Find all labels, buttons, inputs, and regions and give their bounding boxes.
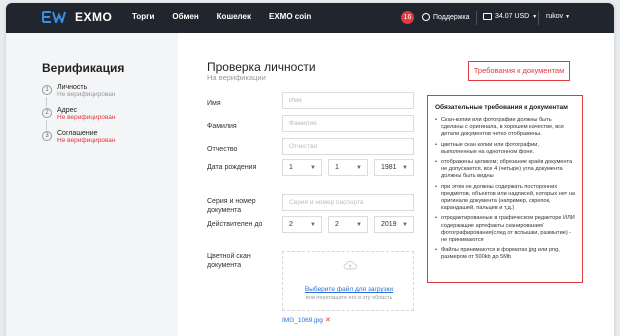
chevron-down-icon: ▼ bbox=[402, 165, 408, 171]
step-address[interactable]: 2 Адрес Не верифицирован bbox=[42, 107, 116, 121]
nav-item-trading[interactable]: Торги bbox=[132, 12, 154, 21]
topbar-divider bbox=[538, 11, 539, 25]
uploaded-file-name[interactable]: IMG_1069.jpg bbox=[282, 317, 323, 324]
chevron-down-icon: ▼ bbox=[402, 222, 408, 228]
step-number: 3 bbox=[42, 131, 52, 141]
page-title: Проверка личности bbox=[207, 60, 316, 74]
passport-input[interactable]: Серия и номер паспорта bbox=[282, 194, 414, 211]
file-dropzone[interactable]: Выберите файл для загрузки или перетащит… bbox=[282, 251, 414, 311]
chevron-down-icon: ▼ bbox=[532, 13, 538, 20]
document-requirements-button[interactable]: Требования к документам bbox=[468, 61, 570, 81]
user-menu[interactable]: rukov ▼ bbox=[546, 13, 570, 20]
requirements-panel: Обязательные требования к документам Ска… bbox=[427, 95, 583, 283]
step-connector bbox=[46, 97, 47, 107]
top-navigation-bar: EXMO Торги Обмен Кошелек EXMO coin 16 По… bbox=[6, 3, 614, 33]
chevron-down-icon: ▼ bbox=[310, 165, 316, 171]
requirements-title: Обязательные требования к документам bbox=[435, 104, 568, 111]
step-name: Соглашение bbox=[57, 130, 98, 137]
step-number: 2 bbox=[42, 108, 52, 118]
birth-year-value: 1981 bbox=[381, 164, 397, 171]
nav-item-exmo-coin[interactable]: EXMO coin bbox=[269, 12, 311, 21]
chevron-down-icon: ▼ bbox=[356, 165, 362, 171]
logo[interactable]: EXMO bbox=[42, 10, 112, 24]
birth-day-value: 1 bbox=[289, 164, 293, 171]
browser-frame: EXMO Торги Обмен Кошелек EXMO coin 16 По… bbox=[6, 3, 614, 336]
support-icon bbox=[422, 13, 430, 21]
passport-label: Серия и номер документа bbox=[207, 198, 256, 214]
last-name-label: Фамилия bbox=[207, 123, 237, 130]
support-link[interactable]: Поддержка bbox=[422, 13, 470, 21]
birth-day-select[interactable]: 1 ▼ bbox=[282, 159, 322, 176]
logo-text: EXMO bbox=[75, 10, 113, 24]
balance-display[interactable]: 34.07 USD ▼ bbox=[483, 13, 537, 20]
birth-year-select[interactable]: 1981 ▼ bbox=[374, 159, 414, 176]
valid-day-select[interactable]: 2 ▼ bbox=[282, 216, 322, 233]
step-status: Не верифицирован bbox=[57, 114, 116, 121]
choose-file-link[interactable]: Выберите файл для загрузки bbox=[283, 286, 415, 293]
middle-name-label: Отчество bbox=[207, 146, 238, 153]
exmo-logo-icon bbox=[42, 11, 66, 23]
list-item: цветные скан копии или фотографии, выпол… bbox=[435, 142, 575, 156]
step-status: Не верифицирован bbox=[57, 137, 116, 144]
list-item: при этом не должны содержать посторонних… bbox=[435, 184, 575, 213]
scan-label: Цветной скан документа bbox=[207, 253, 251, 269]
sidebar-title: Верификация bbox=[42, 61, 125, 75]
requirements-list: Скан-копии или фотографии должны быть сд… bbox=[435, 117, 575, 262]
valid-until-label: Действителен до bbox=[207, 221, 263, 228]
valid-month-select[interactable]: 2 ▼ bbox=[328, 216, 368, 233]
wallet-icon bbox=[483, 13, 492, 20]
balance-value: 34.07 USD bbox=[495, 13, 530, 20]
chevron-down-icon: ▼ bbox=[356, 222, 362, 228]
step-connector bbox=[46, 120, 47, 130]
verification-status: На верификации bbox=[207, 73, 266, 82]
chevron-down-icon: ▼ bbox=[565, 14, 571, 20]
list-item: отображены целиком; обрезание краёв доку… bbox=[435, 159, 575, 181]
valid-year-value: 2019 bbox=[381, 221, 397, 228]
chevron-down-icon: ▼ bbox=[310, 222, 316, 228]
last-name-input[interactable]: Фамилия bbox=[282, 115, 414, 132]
step-number: 1 bbox=[42, 85, 52, 95]
step-status: Не верифицирован bbox=[57, 91, 116, 98]
step-identity[interactable]: 1 Личность Не верифицирован bbox=[42, 84, 116, 98]
list-item: отредактированные в графическом редактор… bbox=[435, 215, 575, 244]
first-name-label: Имя bbox=[207, 100, 221, 107]
username: rukov bbox=[546, 13, 564, 20]
drag-hint: или перетащите его в эту область bbox=[305, 295, 393, 301]
main-nav: Торги Обмен Кошелек EXMO coin bbox=[132, 12, 329, 21]
valid-year-select[interactable]: 2019 ▼ bbox=[374, 216, 414, 233]
list-item: Файлы принимаются в форматах jpg или png… bbox=[435, 247, 575, 261]
birth-month-value: 1 bbox=[335, 164, 339, 171]
nav-item-wallet[interactable]: Кошелек bbox=[217, 12, 251, 21]
step-name: Личность bbox=[57, 84, 88, 91]
notifications-badge[interactable]: 16 bbox=[401, 11, 414, 24]
middle-name-input[interactable]: Отчество bbox=[282, 138, 414, 155]
topbar-divider bbox=[476, 11, 477, 25]
valid-day-value: 2 bbox=[289, 221, 293, 228]
list-item: Скан-копии или фотографии должны быть сд… bbox=[435, 117, 575, 139]
step-agreement[interactable]: 3 Соглашение Не верифицирован bbox=[42, 130, 116, 144]
first-name-input[interactable]: Имя bbox=[282, 92, 414, 109]
support-label: Поддержка bbox=[433, 13, 470, 21]
verification-sidebar: Верификация 1 Личность Не верифицирован … bbox=[6, 33, 178, 336]
birth-month-select[interactable]: 1 ▼ bbox=[328, 159, 368, 176]
cloud-upload-icon bbox=[343, 260, 357, 270]
birth-date-label: Дата рождения bbox=[207, 164, 257, 171]
remove-file-icon[interactable]: ✕ bbox=[325, 316, 331, 324]
valid-month-value: 2 bbox=[335, 221, 339, 228]
nav-item-exchange[interactable]: Обмен bbox=[172, 12, 198, 21]
step-name: Адрес bbox=[57, 107, 78, 114]
